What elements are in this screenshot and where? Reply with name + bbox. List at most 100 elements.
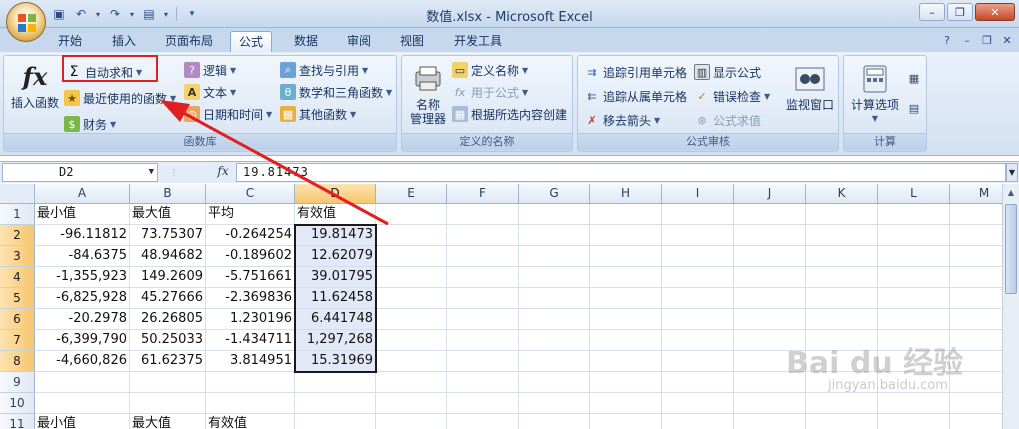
empty-cell[interactable] bbox=[662, 372, 734, 393]
empty-cell[interactable] bbox=[376, 393, 447, 414]
empty-cell[interactable] bbox=[662, 267, 734, 288]
use-in-formula-button[interactable]: fx 用于公式 ▼ bbox=[452, 82, 528, 102]
empty-cell[interactable] bbox=[130, 393, 206, 414]
empty-cell[interactable] bbox=[590, 330, 662, 351]
column-header-e[interactable]: E bbox=[376, 184, 447, 204]
empty-cell[interactable] bbox=[447, 330, 519, 351]
empty-cell[interactable] bbox=[519, 246, 590, 267]
trace-dependents-button[interactable]: ⇇ 追踪从属单元格 bbox=[584, 86, 687, 106]
empty-cell[interactable] bbox=[519, 225, 590, 246]
empty-cell[interactable] bbox=[447, 393, 519, 414]
cell-b7[interactable]: 50.25033 bbox=[130, 330, 206, 351]
help-icon[interactable]: ? bbox=[939, 32, 955, 48]
column-header-i[interactable]: I bbox=[662, 184, 734, 204]
empty-cell[interactable] bbox=[878, 414, 950, 429]
vertical-scrollbar[interactable]: ▲ bbox=[1002, 184, 1019, 429]
column-header-k[interactable]: K bbox=[806, 184, 878, 204]
empty-cell[interactable] bbox=[878, 309, 950, 330]
row-header-8[interactable]: 8 bbox=[0, 351, 35, 372]
tab-data[interactable]: 数据 bbox=[286, 31, 326, 52]
column-header-f[interactable]: F bbox=[447, 184, 519, 204]
row-header-10[interactable]: 10 bbox=[0, 393, 35, 414]
empty-cell[interactable] bbox=[519, 267, 590, 288]
tab-formulas[interactable]: 公式 bbox=[230, 31, 273, 52]
empty-cell[interactable] bbox=[519, 288, 590, 309]
empty-cell[interactable] bbox=[590, 288, 662, 309]
row-header-6[interactable]: 6 bbox=[0, 309, 35, 330]
create-from-selection-button[interactable]: ▦ 根据所选内容创建 bbox=[452, 104, 567, 124]
column-header-j[interactable]: J bbox=[734, 184, 806, 204]
empty-cell[interactable] bbox=[590, 225, 662, 246]
empty-cell[interactable] bbox=[806, 204, 878, 225]
column-header-g[interactable]: G bbox=[519, 184, 590, 204]
row-header-1[interactable]: 1 bbox=[0, 204, 35, 225]
mini-minimize-icon[interactable]: – bbox=[959, 32, 975, 48]
empty-cell[interactable] bbox=[447, 288, 519, 309]
row-header-9[interactable]: 9 bbox=[0, 372, 35, 393]
lookup-button[interactable]: ⌕ 查找与引用 ▼ bbox=[280, 60, 368, 80]
tab-home[interactable]: 开始 bbox=[50, 31, 90, 52]
cell-b8[interactable]: 61.62375 bbox=[130, 351, 206, 372]
financial-button[interactable]: $ 财务 ▼ bbox=[64, 114, 116, 134]
scrollbar-thumb[interactable] bbox=[1005, 204, 1017, 294]
calculation-options-button[interactable]: 计算选项 ▼ bbox=[848, 62, 902, 126]
calculate-now-icon[interactable]: ▦ bbox=[906, 70, 922, 86]
close-icon[interactable]: ✕ bbox=[975, 3, 1015, 21]
empty-cell[interactable] bbox=[206, 372, 295, 393]
empty-cell[interactable] bbox=[806, 309, 878, 330]
empty-cell[interactable] bbox=[295, 372, 376, 393]
name-manager-button[interactable]: 名称 管理器 bbox=[406, 62, 450, 126]
cell-a6[interactable]: -20.2978 bbox=[35, 309, 130, 330]
empty-cell[interactable] bbox=[35, 372, 130, 393]
cell-a2[interactable]: -96.11812 bbox=[35, 225, 130, 246]
cell-c4[interactable]: -5.751661 bbox=[206, 267, 295, 288]
more-functions-button[interactable]: ▦ 其他函数 ▼ bbox=[280, 104, 356, 124]
cell-a8[interactable]: -4,660,826 bbox=[35, 351, 130, 372]
empty-cell[interactable] bbox=[447, 225, 519, 246]
empty-cell[interactable] bbox=[878, 225, 950, 246]
cell-c11[interactable]: 有效值 bbox=[206, 414, 295, 429]
cell-b4[interactable]: 149.2609 bbox=[130, 267, 206, 288]
empty-cell[interactable] bbox=[376, 414, 447, 429]
empty-cell[interactable] bbox=[376, 309, 447, 330]
empty-cell[interactable] bbox=[447, 414, 519, 429]
empty-cell[interactable] bbox=[878, 267, 950, 288]
empty-cell[interactable] bbox=[447, 309, 519, 330]
row-header-2[interactable]: 2 bbox=[0, 225, 35, 246]
empty-cell[interactable] bbox=[519, 414, 590, 429]
logical-button[interactable]: ? 逻辑 ▼ bbox=[184, 60, 236, 80]
row-header-5[interactable]: 5 bbox=[0, 288, 35, 309]
column-header-b[interactable]: B bbox=[130, 184, 206, 204]
cell-c8[interactable]: 3.814951 bbox=[206, 351, 295, 372]
tab-developer[interactable]: 开发工具 bbox=[446, 31, 510, 52]
show-formulas-button[interactable]: ▥ 显示公式 bbox=[694, 62, 761, 82]
empty-cell[interactable] bbox=[295, 393, 376, 414]
empty-cell[interactable] bbox=[519, 351, 590, 372]
column-header-h[interactable]: H bbox=[590, 184, 662, 204]
empty-cell[interactable] bbox=[878, 288, 950, 309]
column-header-l[interactable]: L bbox=[878, 184, 950, 204]
empty-cell[interactable] bbox=[376, 246, 447, 267]
empty-cell[interactable] bbox=[806, 393, 878, 414]
column-header-d[interactable]: D bbox=[295, 184, 376, 204]
empty-cell[interactable] bbox=[590, 372, 662, 393]
cell-a1[interactable]: 最小值 bbox=[35, 204, 130, 225]
row-header-4[interactable]: 4 bbox=[0, 267, 35, 288]
empty-cell[interactable] bbox=[806, 246, 878, 267]
minimize-icon[interactable]: – bbox=[919, 3, 945, 21]
empty-cell[interactable] bbox=[519, 393, 590, 414]
cell-c3[interactable]: -0.189602 bbox=[206, 246, 295, 267]
empty-cell[interactable] bbox=[376, 330, 447, 351]
empty-cell[interactable] bbox=[662, 288, 734, 309]
trace-precedents-button[interactable]: ⇉ 追踪引用单元格 bbox=[584, 62, 687, 82]
empty-cell[interactable] bbox=[662, 309, 734, 330]
evaluate-formula-button[interactable]: ⊛ 公式求值 bbox=[694, 110, 761, 130]
insert-function-button[interactable]: fx 插入函数 bbox=[8, 60, 62, 111]
expand-formula-bar-icon[interactable]: ▼ bbox=[1006, 163, 1018, 182]
empty-cell[interactable] bbox=[35, 393, 130, 414]
empty-cell[interactable] bbox=[295, 414, 376, 429]
empty-cell[interactable] bbox=[590, 246, 662, 267]
empty-cell[interactable] bbox=[519, 309, 590, 330]
column-header-c[interactable]: C bbox=[206, 184, 295, 204]
watch-window-button[interactable]: 监视窗口 bbox=[782, 62, 838, 112]
